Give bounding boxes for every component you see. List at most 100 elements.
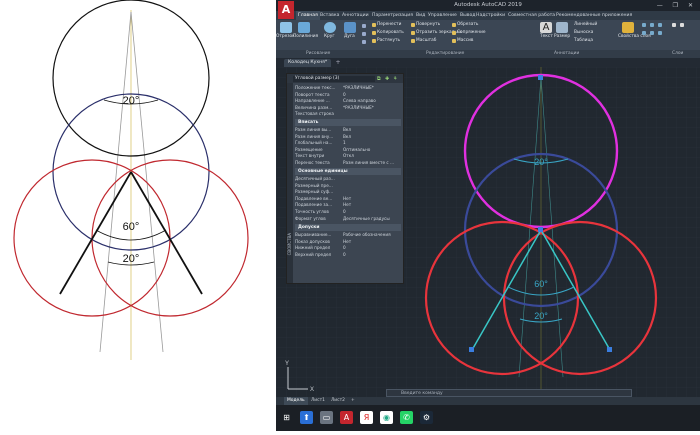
polyline-tool-icon[interactable] xyxy=(298,22,310,33)
table-label[interactable]: Таблица xyxy=(574,38,593,44)
line-tool-label[interactable]: Отрезок xyxy=(276,34,295,40)
layer-properties-icon[interactable] xyxy=(622,22,634,33)
property-row[interactable]: Глобальный на... 1 xyxy=(295,140,401,147)
tab-annotate[interactable]: Аннотации xyxy=(342,11,369,20)
move-icon[interactable] xyxy=(372,23,376,27)
tab-insert[interactable]: Вставка xyxy=(320,11,339,20)
trim-label[interactable]: Обрезать xyxy=(457,22,478,28)
fillet-label[interactable]: Сопряжение xyxy=(457,30,486,36)
layer-tool-icon[interactable] xyxy=(642,31,646,35)
upload-icon[interactable]: ⬆ xyxy=(300,411,313,424)
linear-dim-label[interactable]: Линейный xyxy=(574,22,597,28)
palette-side-strip[interactable]: СВОЙСТВА xyxy=(287,83,293,283)
command-line[interactable]: Введите команду xyxy=(386,389,632,397)
property-row[interactable]: Нижний предел 0 xyxy=(295,245,401,252)
tab-home[interactable]: Главная xyxy=(296,11,320,20)
layer-tool-icon[interactable] xyxy=(658,31,662,35)
new-tab-button[interactable]: + xyxy=(334,59,342,67)
property-row[interactable]: Десятичный раз... xyxy=(295,176,401,183)
property-row[interactable]: Размерный суф... xyxy=(295,189,401,196)
stretch-icon[interactable] xyxy=(372,39,376,43)
scale-label[interactable]: Масштаб xyxy=(416,38,436,44)
file-explorer-icon[interactable]: ▭ xyxy=(320,411,333,424)
array-label[interactable]: Массив xyxy=(457,38,473,44)
panel-annotation-title[interactable]: Аннотации xyxy=(554,50,579,58)
draw-extra-icon[interactable] xyxy=(362,32,366,36)
layer-tool-icon[interactable] xyxy=(642,23,646,27)
fillet-icon[interactable] xyxy=(452,31,456,35)
dimension-tool-icon[interactable] xyxy=(556,22,568,33)
arc-tool-label[interactable]: Дуга xyxy=(344,34,355,40)
property-row[interactable]: Точность углов 0 xyxy=(295,209,401,216)
layer-tool-icon[interactable] xyxy=(658,23,662,27)
property-row[interactable]: Размерный пре... xyxy=(295,183,401,190)
grip[interactable] xyxy=(538,227,543,232)
panel-modify-title[interactable]: Редактирование xyxy=(426,50,464,58)
tab-addins[interactable]: Надстройки xyxy=(476,11,505,20)
grip[interactable] xyxy=(538,75,543,80)
trim-icon[interactable] xyxy=(452,23,456,27)
array-icon[interactable] xyxy=(452,39,456,43)
rotate-icon[interactable] xyxy=(411,23,415,27)
move-label[interactable]: Перенести xyxy=(377,22,401,28)
object-type-select[interactable]: Угловой размер (3) xyxy=(293,76,375,82)
chrome-icon[interactable]: ◉ xyxy=(380,411,393,424)
property-row[interactable]: Разм линия вну... Вкл xyxy=(295,134,401,141)
property-row[interactable]: Формат углов Десятичные градусы xyxy=(295,216,401,223)
panel-draw-title[interactable]: Рисование xyxy=(306,50,330,58)
property-row[interactable]: Подавление ве... Нет xyxy=(295,196,401,203)
circle-tool-icon[interactable] xyxy=(324,22,336,33)
tab-add-layout[interactable]: + xyxy=(348,397,358,405)
autocad-logo[interactable]: A xyxy=(278,1,294,19)
tab-manage[interactable]: Управление xyxy=(428,11,457,20)
property-row[interactable]: Текст внутри Откл xyxy=(295,153,401,160)
tab-collaborate[interactable]: Совместная работа xyxy=(508,11,555,20)
property-row[interactable]: Верхний предел 0 xyxy=(295,252,401,259)
leader-label[interactable]: Выноска xyxy=(574,30,593,36)
tab-featured-apps[interactable]: Рекомендованные приложения xyxy=(556,11,632,20)
tab-output[interactable]: Вывод xyxy=(460,11,475,20)
tab-layout1[interactable]: Лист1 xyxy=(308,397,328,405)
panel-layers-title[interactable]: Слои xyxy=(672,50,683,58)
quick-select-icon[interactable]: ⚘ xyxy=(393,76,397,82)
grip[interactable] xyxy=(607,347,612,352)
mirror-icon[interactable] xyxy=(411,31,415,35)
text-tool-icon[interactable]: A xyxy=(540,22,552,33)
tab-parametric[interactable]: Параметризация xyxy=(372,11,413,20)
tab-model[interactable]: Модель xyxy=(284,397,308,405)
grip[interactable] xyxy=(469,347,474,352)
property-row[interactable]: Разм линия вы... Вкл xyxy=(295,127,401,134)
yandex-icon[interactable]: Я xyxy=(360,411,373,424)
polyline-tool-label[interactable]: Полилиния xyxy=(293,34,318,40)
layer-properties-label[interactable]: Свойства слоя xyxy=(618,34,651,40)
property-row[interactable]: Поворот текста 0 xyxy=(295,92,401,99)
steam-icon[interactable]: ⚙ xyxy=(420,411,433,424)
block-tool-icon[interactable] xyxy=(680,23,684,27)
copy-icon[interactable] xyxy=(372,31,376,35)
circle-tool-label[interactable]: Круг xyxy=(324,34,335,40)
rotate-label[interactable]: Повернуть xyxy=(416,22,440,28)
arc-tool-icon[interactable] xyxy=(344,22,356,33)
line-tool-icon[interactable] xyxy=(280,22,292,33)
draw-extra-icon[interactable] xyxy=(362,40,366,44)
draw-extra-icon[interactable] xyxy=(362,24,366,28)
stretch-label[interactable]: Растянуть xyxy=(377,38,400,44)
property-row[interactable]: Подавление за... Нет xyxy=(295,202,401,209)
section-primary-units[interactable]: Основные единицы xyxy=(295,168,401,175)
block-tool-icon[interactable] xyxy=(672,23,676,27)
copy-label[interactable]: Копировать xyxy=(377,30,404,36)
layer-tool-icon[interactable] xyxy=(650,23,654,27)
scale-icon[interactable] xyxy=(411,39,415,43)
tab-view[interactable]: Вид xyxy=(416,11,425,20)
window-controls[interactable]: — ❐ ✕ xyxy=(657,0,697,11)
property-row[interactable]: Выравнивание... Рабочие обозначения xyxy=(295,232,401,239)
windows-start-icon[interactable]: ⊞ xyxy=(280,411,293,424)
autocad-taskbar-icon[interactable]: A xyxy=(340,411,353,424)
dimension-tool-label[interactable]: Размер xyxy=(554,34,570,40)
property-row[interactable]: Текстовая строка xyxy=(295,111,401,118)
whatsapp-icon[interactable]: ✆ xyxy=(400,411,413,424)
tab-layout2[interactable]: Лист2 xyxy=(328,397,348,405)
layer-tool-icon[interactable] xyxy=(650,31,654,35)
property-row[interactable]: Размещение Оптимально xyxy=(295,147,401,154)
text-tool-label[interactable]: Текст xyxy=(540,34,553,40)
